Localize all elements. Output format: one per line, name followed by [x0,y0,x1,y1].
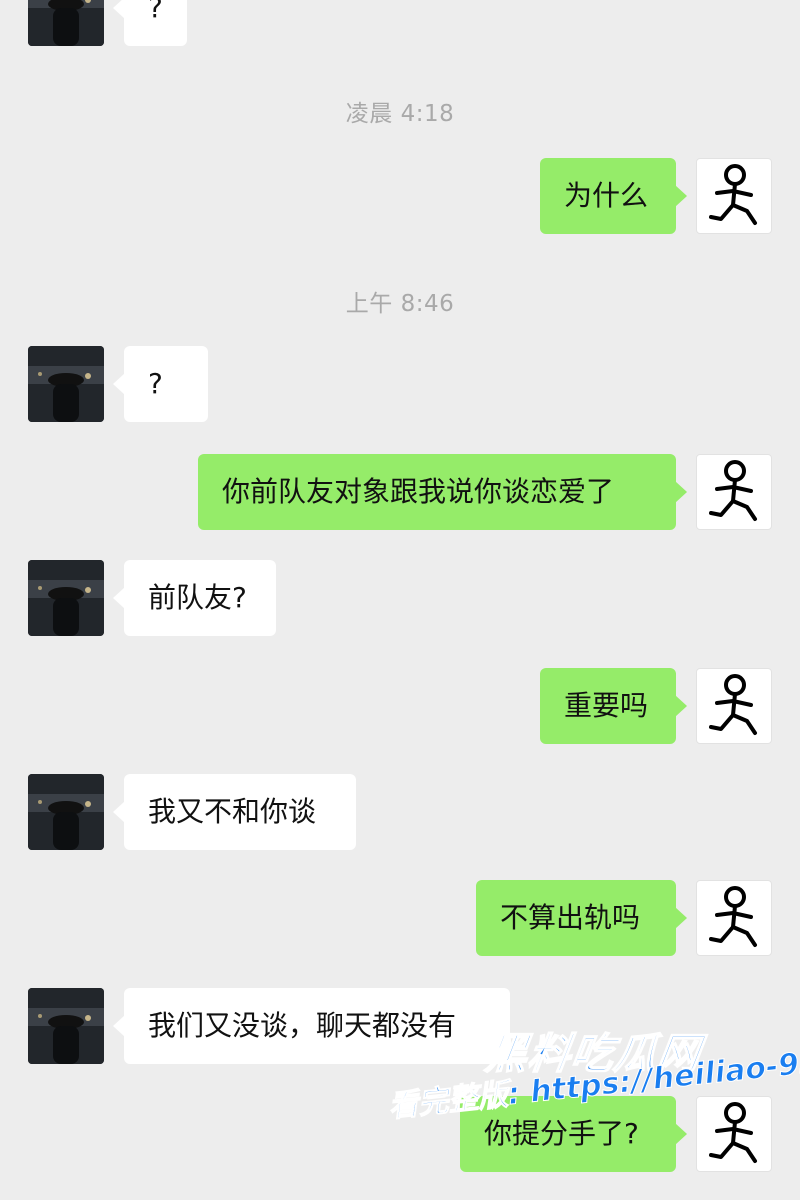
message-text: 你前队友对象跟我说你谈恋爱了 [222,475,615,508]
message-text: 前队友? [148,581,247,614]
received-message-bubble[interactable]: ? [113,0,187,46]
user-avatar[interactable] [696,1096,772,1172]
contact-avatar[interactable] [28,346,104,422]
sent-message-bubble[interactable]: 不算出轨吗 [476,880,687,956]
contact-avatar[interactable] [28,774,104,850]
dark-photo-avatar-icon [28,560,104,636]
user-avatar[interactable] [696,158,772,234]
dark-photo-avatar-icon [28,774,104,850]
received-message-bubble[interactable]: 我们又没谈，聊天都没有 [113,988,510,1064]
chat-screen: ? 凌晨 4:18 为什么 上午 8:46 ? 你前队友对象跟我说你谈恋爱了 前… [0,0,800,1200]
stick-figure-icon [709,460,757,521]
message-row: 你前队友对象跟我说你谈恋爱了 [0,454,800,534]
stick-figure-icon [709,886,757,947]
sent-message-bubble[interactable]: 为什么 [540,158,687,234]
message-text: ? [148,367,163,400]
contact-avatar[interactable] [28,560,104,636]
message-text: 不算出轨吗 [500,901,641,934]
sent-message-bubble[interactable]: 重要吗 [540,668,687,744]
stick-figure-icon [709,1102,757,1163]
message-text: 为什么 [564,179,649,212]
sent-message-bubble[interactable]: 你前队友对象跟我说你谈恋爱了 [198,454,687,530]
dark-photo-avatar-icon [28,988,104,1064]
message-row: 为什么 [0,158,800,238]
message-text: 我又不和你谈 [148,795,317,828]
message-row: 重要吗 [0,668,800,748]
user-avatar[interactable] [696,454,772,530]
message-row: 前队友? [0,560,800,640]
user-avatar[interactable] [696,668,772,744]
message-row: 不算出轨吗 [0,880,800,960]
dark-photo-avatar-icon [28,346,104,422]
stick-figure-icon [709,164,757,225]
received-message-bubble[interactable]: 前队友? [113,560,276,636]
received-message-bubble[interactable]: 我又不和你谈 [113,774,356,850]
message-text: 你提分手了? [484,1117,639,1150]
message-row: ? [0,0,800,50]
contact-avatar[interactable] [28,988,104,1064]
contact-avatar[interactable] [28,0,104,46]
timestamp: 凌晨 4:18 [345,101,455,127]
stick-figure-icon [709,674,757,735]
message-row: ? [0,346,800,426]
message-text: 重要吗 [564,689,649,722]
user-avatar[interactable] [696,880,772,956]
received-message-bubble[interactable]: ? [113,346,208,422]
timestamp: 上午 8:46 [345,291,455,317]
message-row: 我又不和你谈 [0,774,800,854]
message-text: 我们又没谈，聊天都没有 [148,1009,457,1042]
dark-photo-avatar-icon [28,0,104,46]
message-text: ? [148,0,163,24]
